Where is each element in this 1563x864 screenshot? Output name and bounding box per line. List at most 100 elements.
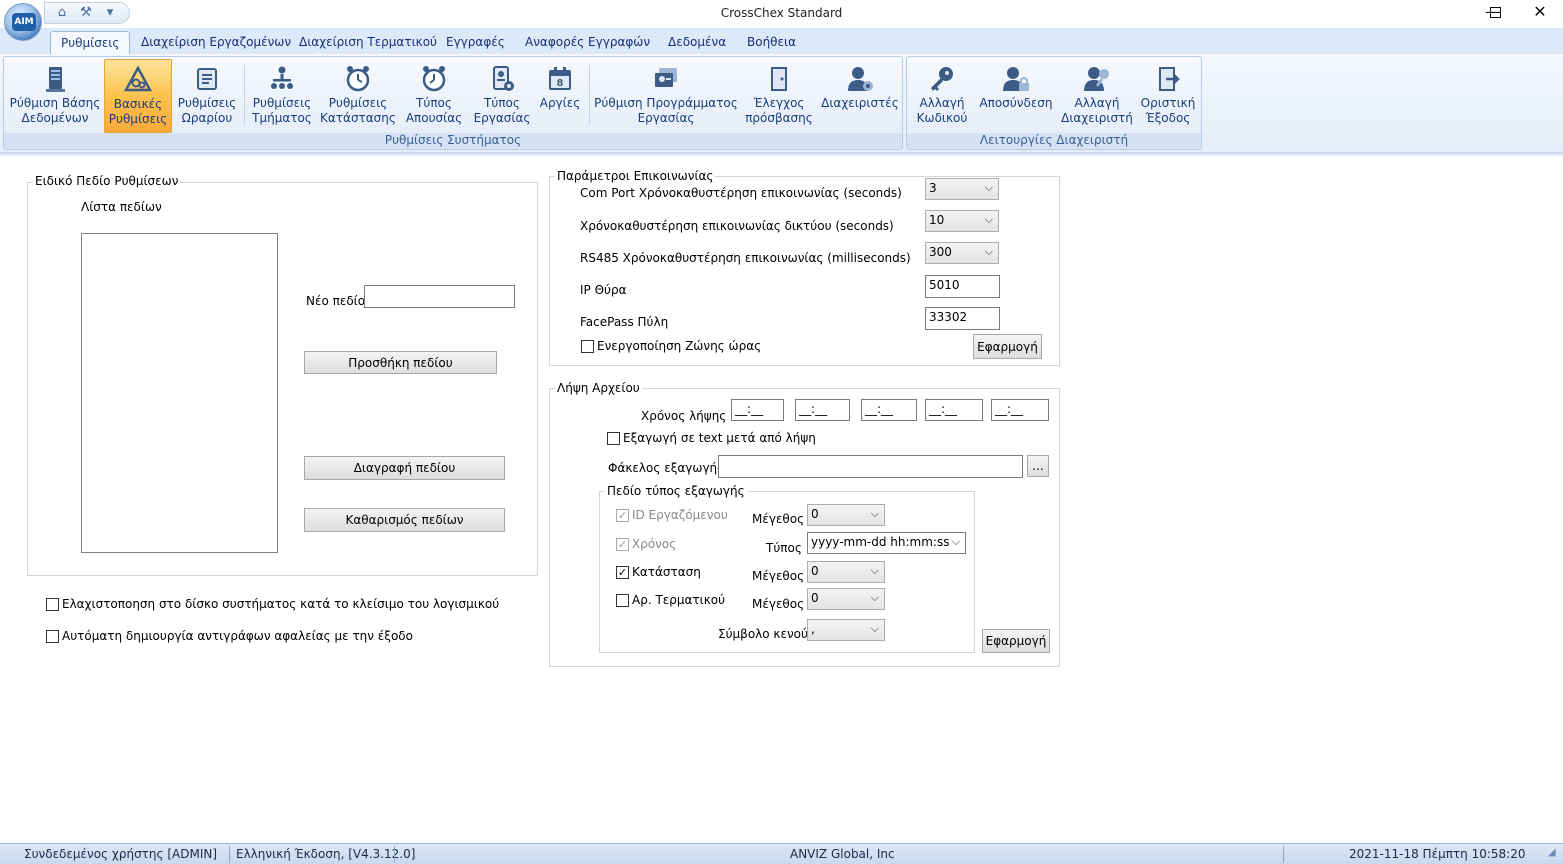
download-time-1[interactable]: __:__ xyxy=(731,399,784,421)
resize-grip-icon[interactable]: ◢ xyxy=(1548,847,1556,858)
tab-terminal[interactable]: Διαχείριση Τερματικού xyxy=(289,31,447,54)
blank-symbol-select[interactable]: , ⌵ xyxy=(807,619,885,641)
window-title: CrossChex Standard xyxy=(720,6,843,20)
tab-records[interactable]: Εγγραφές xyxy=(436,31,515,54)
work-schedule-button[interactable]: Ρύθμιση Προγράμματος Εργασίας xyxy=(594,59,738,133)
custom-fields-legend: Ειδικό Πεδίο Ρυθμίσεων xyxy=(33,174,181,188)
ribbon-separator xyxy=(589,65,590,125)
status-separator xyxy=(1283,846,1284,863)
department-settings-label-1: Ρυθμίσεις xyxy=(252,96,312,110)
basic-settings-label-1: Βασικές xyxy=(113,97,163,111)
schedule-settings-button[interactable]: Ρυθμίσεις Ωραρίου xyxy=(174,59,240,133)
status-checkbox[interactable]: ✓ xyxy=(616,566,629,579)
basic-settings-label-2: Ρυθμίσεις xyxy=(108,112,168,126)
export-folder-label: Φάκελος εξαγωγής xyxy=(608,461,725,475)
terminal-size-value: 0 xyxy=(811,591,819,605)
maximize-button-box[interactable] xyxy=(1472,0,1518,26)
network-timeout-select[interactable]: 10 ⌵ xyxy=(925,210,999,232)
tab-settings[interactable]: Ρυθμίσεις xyxy=(50,31,131,54)
status-settings-button[interactable]: Ρυθμίσεις Κατάστασης xyxy=(320,59,396,133)
delete-field-button[interactable]: Διαγραφή πεδίου xyxy=(304,456,505,480)
access-control-button[interactable]: Έλεγχος πρόσβασης xyxy=(744,59,814,133)
id-badge-gear-icon xyxy=(493,66,514,91)
add-field-button[interactable]: Προσθήκη πεδίου xyxy=(304,351,497,374)
exit-label-1: Οριστική xyxy=(1140,96,1196,110)
user-lock-icon xyxy=(1003,67,1029,91)
system-settings-group: Ρύθμιση Βάσης Δεδομένων Βασικές Ρυθμίσει… xyxy=(3,56,903,150)
exit-button[interactable]: Οριστική Έξοδος xyxy=(1137,59,1199,133)
minimize-tray-checkbox[interactable] xyxy=(46,598,59,611)
ribbon-shadow xyxy=(0,152,1563,157)
export-text-checkbox[interactable] xyxy=(607,432,620,445)
rs485-timeout-select[interactable]: 300 ⌵ xyxy=(925,242,999,264)
absence-type-button[interactable]: Τύπος Απουσίας xyxy=(402,59,466,133)
schedule-settings-label-1: Ρυθμίσεις xyxy=(177,96,237,110)
network-timeout-label: Χρόνοκαθυστέρηση επικοινωνίας δικτύου (s… xyxy=(580,219,894,233)
ip-port-label: IP Θύρα xyxy=(580,283,627,297)
calendar-icon: 8 xyxy=(549,67,571,90)
status-size-label: Μέγεθος xyxy=(752,569,805,583)
change-admin-button[interactable]: Αλλαγή Διαχειριστή xyxy=(1059,59,1135,133)
comm-apply-button[interactable]: Εφαρμογή xyxy=(973,334,1042,359)
download-time-4[interactable]: __:__ xyxy=(925,399,983,421)
database-settings-label-1: Ρύθμιση Βάσης xyxy=(9,96,101,110)
department-settings-button[interactable]: Ρυθμίσεις Τμήματος xyxy=(248,59,316,133)
tab-data[interactable]: Δεδομένα xyxy=(658,31,736,54)
user-gear-icon xyxy=(848,67,873,91)
key-icon xyxy=(931,67,953,91)
administrators-button[interactable]: Διαχειριστές xyxy=(820,59,900,133)
change-password-button[interactable]: Αλλαγή Κωδικού xyxy=(910,59,974,133)
auto-backup-checkbox[interactable] xyxy=(46,630,59,643)
app-logo-button[interactable]: AIM xyxy=(4,3,42,41)
ip-port-input[interactable]: 5010 xyxy=(925,275,1000,298)
communication-legend: Παράμετροι Επικοινωνίας xyxy=(555,169,716,183)
database-settings-button[interactable]: Ρύθμιση Βάσης Δεδομένων xyxy=(7,59,103,133)
com-port-select[interactable]: 3 ⌵ xyxy=(925,178,999,200)
status-version: Ελληνική Έκδοση, [V4.3.12.0] xyxy=(236,847,416,861)
work-type-button[interactable]: Τύπος Εργασίας xyxy=(470,59,534,133)
holidays-button[interactable]: 8 Αργίες xyxy=(536,59,584,133)
new-field-input[interactable] xyxy=(364,285,515,308)
terminal-number-checkbox[interactable] xyxy=(616,594,629,607)
access-control-label-1: Έλεγχος xyxy=(753,96,805,110)
terminal-size-select[interactable]: 0 ⌵ xyxy=(807,588,885,610)
facepass-port-input[interactable]: 33302 xyxy=(925,307,1000,330)
download-time-5[interactable]: __:__ xyxy=(991,399,1049,421)
download-time-2[interactable]: __:__ xyxy=(795,399,850,421)
minimize-tray-label: Ελαχιστοποηση στο δίσκο συστήματος κατά … xyxy=(62,597,500,611)
status-size-select[interactable]: 0 ⌵ xyxy=(807,561,885,583)
chevron-down-icon: ⌵ xyxy=(984,213,993,226)
close-button[interactable]: ✕ xyxy=(1517,0,1563,26)
employee-id-size-select[interactable]: 0 ⌵ xyxy=(807,504,885,526)
export-folder-input[interactable] xyxy=(718,455,1023,478)
chevron-down-icon: ⌵ xyxy=(870,622,879,635)
tab-employees[interactable]: Διαχείριση Εργαζομένων xyxy=(131,31,301,54)
logout-button[interactable]: Αποσύνδεση xyxy=(977,59,1055,133)
time-format-select[interactable]: yyyy-mm-dd hh:mm:ss ⌵ xyxy=(807,532,966,554)
tab-help[interactable]: Βοήθεια xyxy=(737,31,806,54)
database-settings-label-2: Δεδομένων xyxy=(21,111,89,125)
terminal-number-label: Αρ. Τερματικού xyxy=(632,593,726,607)
gears-triangle-icon xyxy=(123,65,153,92)
employee-id-checkbox[interactable]: ✓ xyxy=(616,509,629,522)
network-timeout-value: 10 xyxy=(929,213,945,227)
field-list[interactable] xyxy=(81,233,278,553)
download-apply-button[interactable]: Εφαρμογή xyxy=(982,629,1050,653)
door-icon xyxy=(771,67,787,91)
chevron-down-icon: ⌵ xyxy=(984,181,993,194)
maximize-icon xyxy=(1489,7,1501,18)
browse-folder-button[interactable]: ... xyxy=(1027,455,1049,477)
export-text-label: Εξαγωγή σε text μετά από λήψη xyxy=(623,431,816,445)
timezone-checkbox[interactable] xyxy=(581,340,594,353)
svg-text:8: 8 xyxy=(557,78,564,89)
work-type-label-1: Τύπος xyxy=(484,96,520,110)
basic-settings-button[interactable]: Βασικές Ρυθμίσεις xyxy=(104,59,172,133)
time-field-label: Χρόνος xyxy=(632,537,677,551)
ribbon-tabs: Ρυθμίσεις Διαχείριση Εργαζομένων Διαχείρ… xyxy=(0,28,1563,54)
time-checkbox[interactable]: ✓ xyxy=(616,538,629,551)
tab-record-reports[interactable]: Αναφορές Εγγραφών xyxy=(515,31,660,54)
access-control-label-2: πρόσβασης xyxy=(745,111,813,125)
status-separator xyxy=(229,846,230,863)
clear-fields-button[interactable]: Καθαρισμός πεδίων xyxy=(304,508,505,532)
download-time-3[interactable]: __:__ xyxy=(861,399,917,421)
